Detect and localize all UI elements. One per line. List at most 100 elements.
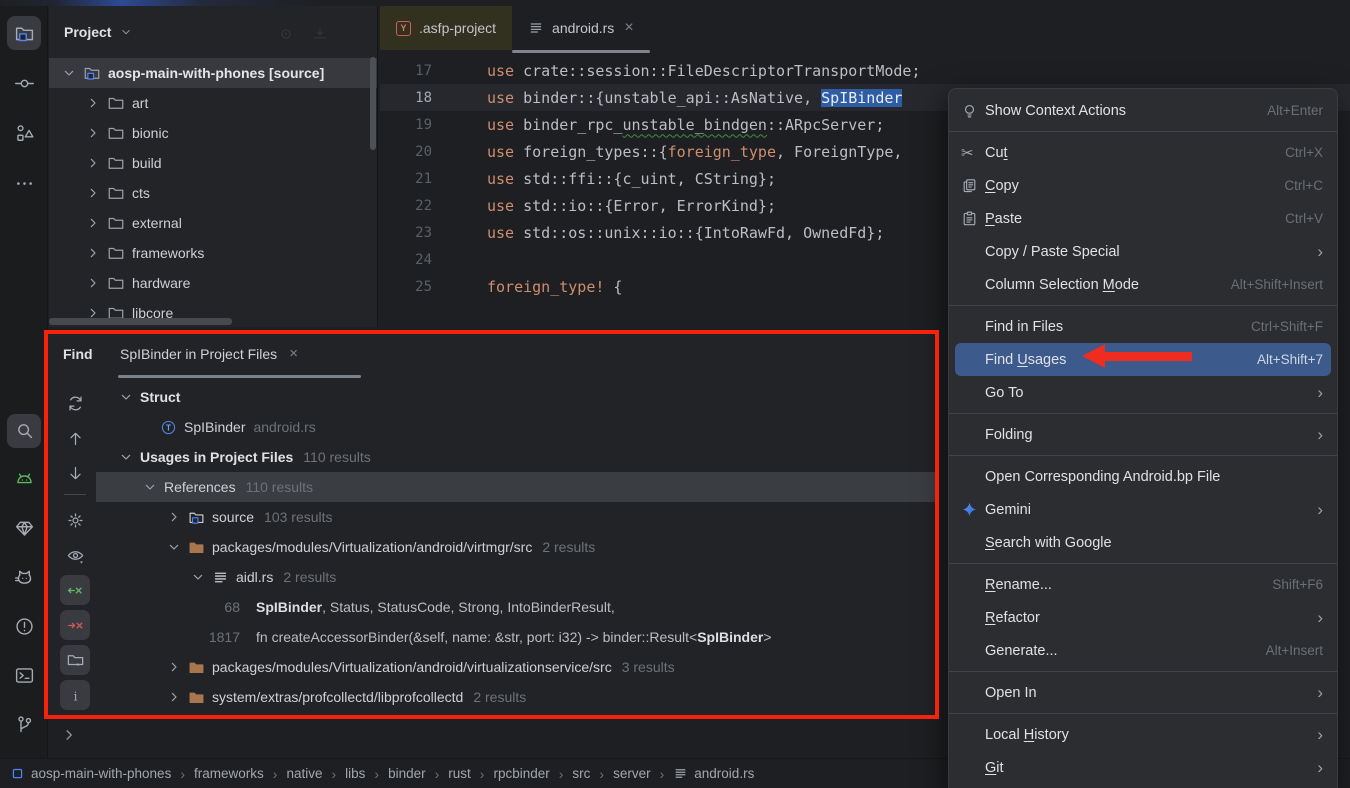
sidebar-logcat-tool[interactable] — [0, 455, 48, 504]
breadcrumb-src[interactable]: src — [572, 766, 590, 781]
breadcrumb-aosp-main-with-phones[interactable]: aosp-main-with-phones — [10, 766, 171, 781]
menu-item-cut[interactable]: ✂CutCtrl+X — [949, 136, 1337, 169]
menu-item-go-to[interactable]: Go To› — [949, 376, 1337, 409]
project-tree-folder-build[interactable]: build — [49, 148, 377, 178]
project-tree-folder-hardware[interactable]: hardware — [49, 268, 377, 298]
sidebar-more-tools[interactable] — [0, 158, 48, 208]
project-tree-folder-art[interactable]: art — [49, 88, 377, 118]
find-results-tab[interactable]: SpIBinder in Project Files × — [120, 345, 298, 362]
menu-item-local-history[interactable]: Local History› — [949, 718, 1337, 751]
find-toolbar-info-button[interactable]: i — [60, 680, 90, 710]
svg-text:T: T — [166, 423, 171, 432]
chevron-right-icon — [85, 95, 101, 111]
close-icon[interactable]: × — [624, 20, 633, 36]
menu-item-show-context-actions[interactable]: Show Context ActionsAlt+Enter — [949, 94, 1337, 127]
menu-item-label: Rename... — [985, 577, 1272, 593]
find-toolbar-next-occurrence-button[interactable] — [60, 458, 90, 488]
menu-item-git[interactable]: Git› — [949, 751, 1337, 784]
find-tree-row[interactable]: packages/modules/Virtualization/android/… — [96, 532, 935, 562]
find-row-label: system/extras/profcollectd/libprofcollec… — [212, 689, 463, 705]
folder-src-icon — [188, 659, 205, 676]
project-tree-folder-cts[interactable]: cts — [49, 178, 377, 208]
find-tree-row[interactable]: system/extras/profcollectd/libprofcollec… — [96, 682, 935, 712]
line-number: 22 — [380, 198, 432, 214]
menu-item-column-selection-mode[interactable]: Column Selection ModeAlt+Shift+Insert — [949, 268, 1337, 301]
chevron-right-icon — [85, 185, 101, 201]
breadcrumb-frameworks[interactable]: frameworks — [194, 766, 264, 781]
find-tree-row[interactable]: aidl.rs2 results — [96, 562, 935, 592]
find-toolbar-settings-button[interactable] — [60, 505, 90, 535]
stripe-top-group — [0, 8, 48, 208]
menu-item-gemini[interactable]: Gemini› — [949, 493, 1337, 526]
close-icon[interactable]: × — [289, 345, 298, 362]
submenu-arrow-icon: › — [1317, 726, 1323, 743]
menu-item-generate[interactable]: Generate...Alt+Insert — [949, 634, 1337, 667]
sidebar-app-quality-insights-tool[interactable] — [0, 504, 48, 553]
menu-item-open-in[interactable]: Open In› — [949, 676, 1337, 709]
find-tree-row[interactable]: source103 results — [96, 502, 935, 532]
project-tree-folder-frameworks[interactable]: frameworks — [49, 238, 377, 268]
chevron-down-icon — [166, 539, 182, 555]
find-toolbar-previous-occurrence-button[interactable] — [60, 423, 90, 453]
menu-item-refactor[interactable]: Refactor› — [949, 601, 1337, 634]
sidebar-problems-tool[interactable] — [0, 602, 48, 651]
menu-item-open-corresponding-android-bp-file[interactable]: Open Corresponding Android.bp File — [949, 460, 1337, 493]
find-tree-row[interactable]: Struct — [96, 382, 935, 412]
line-number: 24 — [380, 252, 432, 268]
menu-item-folding[interactable]: Folding› — [949, 418, 1337, 451]
editor-tab-android-rs[interactable]: android.rs× — [512, 6, 650, 50]
breadcrumb-native[interactable]: native — [286, 766, 322, 781]
breadcrumb-rpcbinder[interactable]: rpcbinder — [493, 766, 549, 781]
find-result-line-68[interactable]: 68SpIBinder, Status, StatusCode, Strong,… — [96, 592, 935, 622]
project-vertical-scrollbar[interactable] — [370, 57, 376, 150]
sidebar-terminal-tool[interactable] — [0, 651, 48, 700]
find-row-label: Struct — [140, 389, 180, 405]
project-tree-root-row[interactable]: aosp-main-with-phones [source] — [49, 58, 377, 88]
find-tree-row[interactable]: packages/modules/Virtualization/android/… — [96, 652, 935, 682]
sidebar-profiler-tool[interactable] — [0, 553, 48, 602]
menu-item-label: Search with Google — [985, 535, 1323, 551]
find-toolbar-open-in-new-tab-button[interactable]: * — [60, 645, 90, 675]
project-tree-folder-external[interactable]: external — [49, 208, 377, 238]
project-horizontal-scrollbar[interactable] — [49, 318, 232, 325]
menu-item-rename[interactable]: Rename...Shift+F6 — [949, 568, 1337, 601]
breadcrumb-rust[interactable]: rust — [448, 766, 471, 781]
breadcrumb-android-rs[interactable]: android.rs — [673, 766, 754, 781]
find-row-label: SpIBinder — [184, 419, 245, 435]
find-row-count: 2 results — [473, 689, 526, 705]
find-toolbar-rerun-search-button[interactable] — [60, 388, 90, 418]
module-icon — [10, 766, 25, 781]
breadcrumb-server[interactable]: server — [613, 766, 651, 781]
project-tree-folder-bionic[interactable]: bionic — [49, 118, 377, 148]
locate-icon[interactable] — [277, 25, 295, 43]
menu-item-find-usages[interactable]: Find UsagesAlt+Shift+7 — [955, 343, 1331, 376]
hide-panel-icon[interactable] — [311, 25, 329, 43]
breadcrumb-libs[interactable]: libs — [345, 766, 365, 781]
menu-item-search-with-google[interactable]: Search with Google — [949, 526, 1337, 559]
find-tree-row[interactable]: References110 results — [96, 472, 935, 502]
menu-item-copy-paste-special[interactable]: Copy / Paste Special› — [949, 235, 1337, 268]
menu-item-copy[interactable]: CopyCtrl+C — [949, 169, 1337, 202]
sidebar-search-tool[interactable] — [0, 406, 48, 455]
menu-item-label: Show Context Actions — [985, 103, 1267, 119]
find-result-line-1817[interactable]: 1817fn createAccessorBinder(&self, name:… — [96, 622, 935, 652]
sidebar-version-control-tool[interactable] — [0, 700, 48, 749]
paste-icon — [961, 210, 985, 227]
folder-label: external — [132, 215, 182, 231]
menu-item-find-in-files[interactable]: Find in FilesCtrl+Shift+F — [949, 310, 1337, 343]
menu-item-label: Go To — [985, 385, 1317, 401]
folder-star-icon: * — [66, 651, 85, 670]
find-toolbar-navigate-to-source-toggle-button[interactable] — [60, 610, 90, 640]
breadcrumb-binder[interactable]: binder — [388, 766, 426, 781]
editor-tab--asfp-project[interactable]: Y.asfp-project — [380, 6, 512, 50]
find-panel-expand-chevron[interactable] — [60, 726, 78, 744]
sidebar-project-tool[interactable] — [0, 8, 48, 58]
find-tree-row[interactable]: Usages in Project Files110 results — [96, 442, 935, 472]
find-tree-row[interactable]: TSpIBinderandroid.rs — [96, 412, 935, 442]
sidebar-structure-tool[interactable] — [0, 108, 48, 158]
sidebar-commit-tool[interactable] — [0, 58, 48, 108]
find-toolbar-navigate-from-source-toggle-button[interactable] — [60, 575, 90, 605]
export-icon — [66, 616, 85, 635]
find-toolbar-preview-button[interactable] — [60, 540, 90, 570]
menu-item-paste[interactable]: PasteCtrl+V — [949, 202, 1337, 235]
